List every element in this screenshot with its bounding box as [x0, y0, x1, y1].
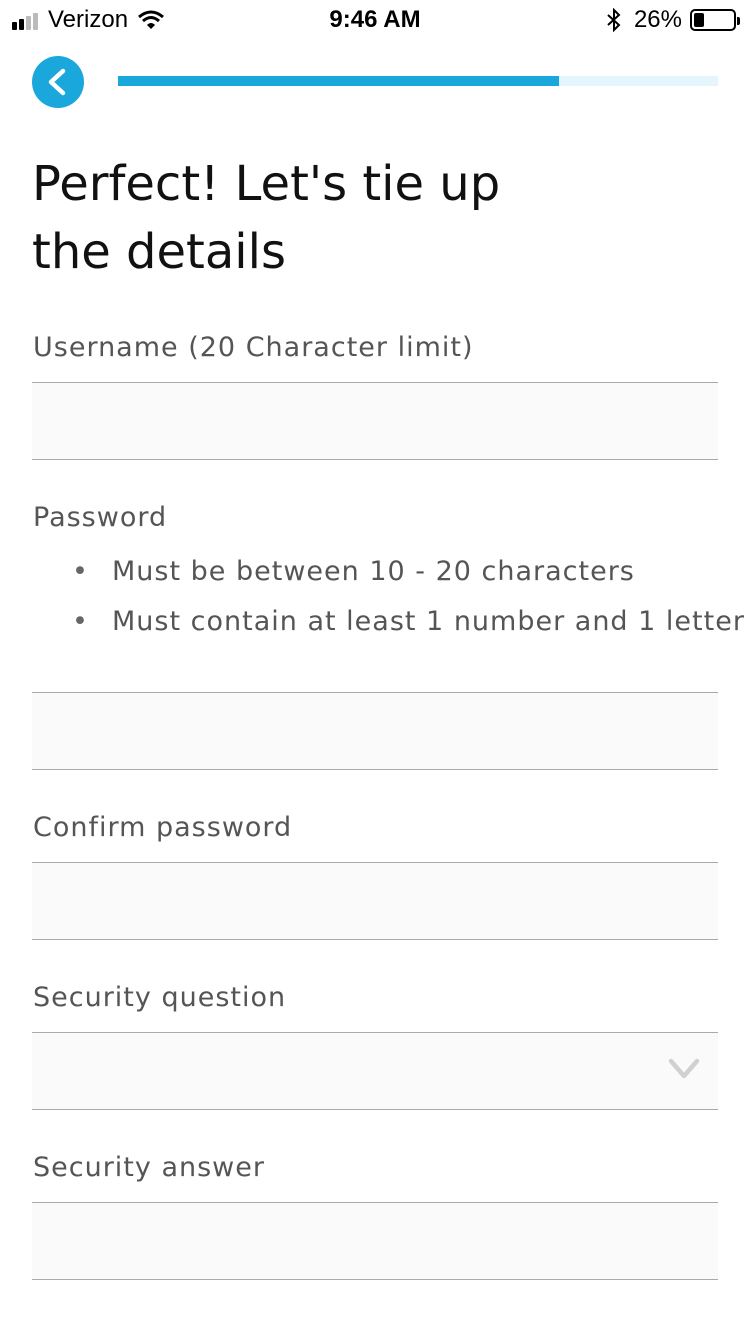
page-title-line-2: the details	[32, 224, 286, 280]
security-answer-field[interactable]	[32, 1202, 718, 1280]
battery-fill	[694, 13, 704, 27]
progress-bar	[118, 76, 718, 86]
password-field[interactable]	[32, 692, 718, 770]
password-input[interactable]	[32, 693, 718, 769]
bluetooth-icon	[607, 8, 621, 32]
status-bar: Verizon 9:46 AM 26%	[0, 0, 750, 40]
battery-icon	[690, 9, 740, 31]
security-answer-label: Security answer	[33, 1152, 265, 1183]
confirm-password-label: Confirm password	[33, 812, 293, 843]
password-rule: • Must contain at least 1 number and 1 le…	[72, 606, 750, 656]
password-rule-text: Must contain at least 1 number and 1 let…	[112, 606, 745, 637]
security-answer-input[interactable]	[32, 1203, 718, 1279]
password-label: Password	[33, 502, 168, 533]
page-title-line-1: Perfect! Let's tie up	[32, 156, 501, 212]
password-rules: • Must be between 10 - 20 characters • Mus…	[72, 556, 750, 656]
back-button[interactable]	[32, 56, 84, 108]
chevron-left-icon	[48, 68, 66, 96]
page-title: Perfect! Let's tie up the details	[32, 150, 552, 286]
username-input[interactable]	[32, 383, 718, 459]
progress-fill	[118, 76, 559, 86]
username-label: Username (20 Character limit)	[33, 332, 474, 363]
security-question-label: Security question	[33, 982, 287, 1013]
username-field[interactable]	[32, 382, 718, 460]
confirm-password-field[interactable]	[32, 862, 718, 940]
confirm-password-input[interactable]	[32, 863, 718, 939]
security-question-select[interactable]	[32, 1032, 718, 1110]
password-rule-text: Must be between 10 - 20 characters	[112, 556, 635, 587]
chevron-down-icon	[668, 1058, 700, 1079]
battery-percent: 26%	[633, 6, 682, 33]
password-rule: • Must be between 10 - 20 characters	[72, 556, 750, 606]
